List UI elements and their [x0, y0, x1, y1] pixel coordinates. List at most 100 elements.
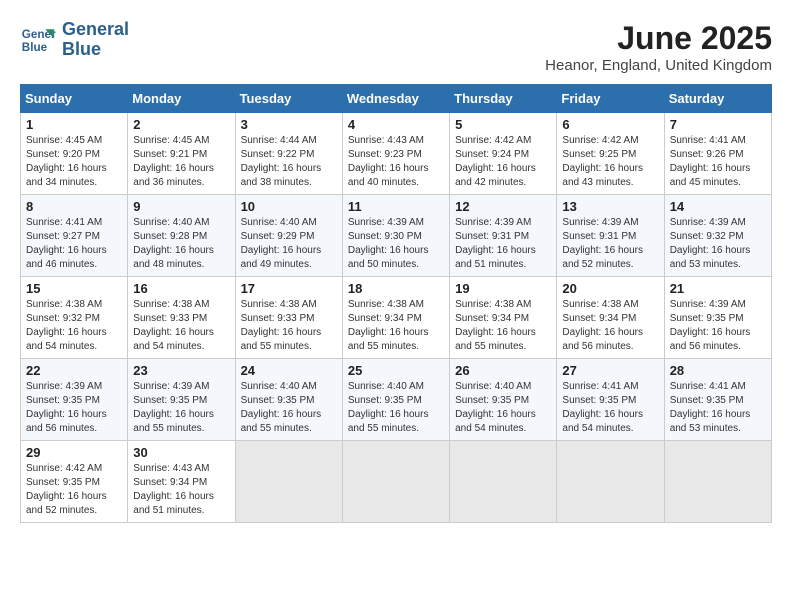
calendar-day-cell: 12 Sunrise: 4:39 AM Sunset: 9:31 PM Dayl…: [450, 195, 557, 277]
calendar-day-cell: [235, 441, 342, 523]
day-number: 5: [455, 117, 551, 132]
calendar-day-cell: 13 Sunrise: 4:39 AM Sunset: 9:31 PM Dayl…: [557, 195, 664, 277]
day-number: 21: [670, 281, 766, 296]
daylight-label: Daylight: 16 hours and 55 minutes.: [348, 409, 429, 434]
general-blue-logo-icon: General Blue: [20, 22, 56, 58]
day-info: Sunrise: 4:38 AM Sunset: 9:34 PM Dayligh…: [562, 298, 658, 354]
calendar-day-cell: 17 Sunrise: 4:38 AM Sunset: 9:33 PM Dayl…: [235, 277, 342, 359]
weekday-header-row: Sunday Monday Tuesday Wednesday Thursday…: [21, 85, 772, 113]
sunrise-label: Sunrise: 4:43 AM: [348, 135, 424, 146]
calendar-day-cell: 10 Sunrise: 4:40 AM Sunset: 9:29 PM Dayl…: [235, 195, 342, 277]
sunset-label: Sunset: 9:34 PM: [348, 313, 422, 324]
header-monday: Monday: [128, 85, 235, 113]
daylight-label: Daylight: 16 hours and 42 minutes.: [455, 163, 536, 188]
day-info: Sunrise: 4:39 AM Sunset: 9:35 PM Dayligh…: [670, 298, 766, 354]
sunset-label: Sunset: 9:33 PM: [133, 313, 207, 324]
calendar-day-cell: 30 Sunrise: 4:43 AM Sunset: 9:34 PM Dayl…: [128, 441, 235, 523]
day-number: 14: [670, 199, 766, 214]
sunrise-label: Sunrise: 4:39 AM: [26, 381, 102, 392]
sunset-label: Sunset: 9:34 PM: [562, 313, 636, 324]
sunrise-label: Sunrise: 4:45 AM: [133, 135, 209, 146]
sunset-label: Sunset: 9:31 PM: [562, 231, 636, 242]
sunset-label: Sunset: 9:23 PM: [348, 149, 422, 160]
calendar-day-cell: [450, 441, 557, 523]
day-info: Sunrise: 4:39 AM Sunset: 9:31 PM Dayligh…: [562, 216, 658, 272]
daylight-label: Daylight: 16 hours and 48 minutes.: [133, 245, 214, 270]
sunrise-label: Sunrise: 4:40 AM: [348, 381, 424, 392]
daylight-label: Daylight: 16 hours and 52 minutes.: [26, 491, 107, 516]
logo-text: General Blue: [62, 20, 129, 60]
day-number: 7: [670, 117, 766, 132]
day-info: Sunrise: 4:39 AM Sunset: 9:35 PM Dayligh…: [26, 380, 122, 436]
calendar-day-cell: 23 Sunrise: 4:39 AM Sunset: 9:35 PM Dayl…: [128, 359, 235, 441]
daylight-label: Daylight: 16 hours and 55 minutes.: [348, 327, 429, 352]
daylight-label: Daylight: 16 hours and 53 minutes.: [670, 409, 751, 434]
day-info: Sunrise: 4:40 AM Sunset: 9:28 PM Dayligh…: [133, 216, 229, 272]
daylight-label: Daylight: 16 hours and 51 minutes.: [133, 491, 214, 516]
day-number: 28: [670, 363, 766, 378]
sunrise-label: Sunrise: 4:41 AM: [670, 381, 746, 392]
calendar-day-cell: 29 Sunrise: 4:42 AM Sunset: 9:35 PM Dayl…: [21, 441, 128, 523]
daylight-label: Daylight: 16 hours and 53 minutes.: [670, 245, 751, 270]
calendar-day-cell: 8 Sunrise: 4:41 AM Sunset: 9:27 PM Dayli…: [21, 195, 128, 277]
calendar-week-row: 15 Sunrise: 4:38 AM Sunset: 9:32 PM Dayl…: [21, 277, 772, 359]
sunrise-label: Sunrise: 4:39 AM: [670, 217, 746, 228]
day-info: Sunrise: 4:38 AM Sunset: 9:33 PM Dayligh…: [241, 298, 337, 354]
sunset-label: Sunset: 9:34 PM: [455, 313, 529, 324]
day-number: 2: [133, 117, 229, 132]
day-info: Sunrise: 4:42 AM Sunset: 9:25 PM Dayligh…: [562, 134, 658, 190]
sunset-label: Sunset: 9:34 PM: [133, 477, 207, 488]
sunset-label: Sunset: 9:35 PM: [670, 395, 744, 406]
calendar-week-row: 29 Sunrise: 4:42 AM Sunset: 9:35 PM Dayl…: [21, 441, 772, 523]
day-info: Sunrise: 4:39 AM Sunset: 9:31 PM Dayligh…: [455, 216, 551, 272]
sunset-label: Sunset: 9:35 PM: [133, 395, 207, 406]
calendar-day-cell: [557, 441, 664, 523]
calendar-day-cell: 9 Sunrise: 4:40 AM Sunset: 9:28 PM Dayli…: [128, 195, 235, 277]
calendar-day-cell: 22 Sunrise: 4:39 AM Sunset: 9:35 PM Dayl…: [21, 359, 128, 441]
sunrise-label: Sunrise: 4:40 AM: [241, 381, 317, 392]
calendar-body: 1 Sunrise: 4:45 AM Sunset: 9:20 PM Dayli…: [21, 113, 772, 523]
sunrise-label: Sunrise: 4:40 AM: [133, 217, 209, 228]
calendar-day-cell: 1 Sunrise: 4:45 AM Sunset: 9:20 PM Dayli…: [21, 113, 128, 195]
day-info: Sunrise: 4:39 AM Sunset: 9:32 PM Dayligh…: [670, 216, 766, 272]
day-number: 23: [133, 363, 229, 378]
sunrise-label: Sunrise: 4:38 AM: [241, 299, 317, 310]
daylight-label: Daylight: 16 hours and 49 minutes.: [241, 245, 322, 270]
month-title: June 2025: [545, 20, 772, 57]
sunset-label: Sunset: 9:28 PM: [133, 231, 207, 242]
daylight-label: Daylight: 16 hours and 50 minutes.: [348, 245, 429, 270]
day-number: 19: [455, 281, 551, 296]
calendar-day-cell: 27 Sunrise: 4:41 AM Sunset: 9:35 PM Dayl…: [557, 359, 664, 441]
calendar-day-cell: 6 Sunrise: 4:42 AM Sunset: 9:25 PM Dayli…: [557, 113, 664, 195]
day-number: 25: [348, 363, 444, 378]
calendar-day-cell: 20 Sunrise: 4:38 AM Sunset: 9:34 PM Dayl…: [557, 277, 664, 359]
day-number: 3: [241, 117, 337, 132]
sunrise-label: Sunrise: 4:42 AM: [26, 463, 102, 474]
sunset-label: Sunset: 9:35 PM: [670, 313, 744, 324]
sunrise-label: Sunrise: 4:42 AM: [455, 135, 531, 146]
calendar-day-cell: 21 Sunrise: 4:39 AM Sunset: 9:35 PM Dayl…: [664, 277, 771, 359]
sunrise-label: Sunrise: 4:39 AM: [562, 217, 638, 228]
day-info: Sunrise: 4:42 AM Sunset: 9:35 PM Dayligh…: [26, 462, 122, 518]
header-sunday: Sunday: [21, 85, 128, 113]
calendar-day-cell: 24 Sunrise: 4:40 AM Sunset: 9:35 PM Dayl…: [235, 359, 342, 441]
daylight-label: Daylight: 16 hours and 56 minutes.: [26, 409, 107, 434]
day-number: 6: [562, 117, 658, 132]
day-number: 29: [26, 445, 122, 460]
sunset-label: Sunset: 9:32 PM: [26, 313, 100, 324]
day-number: 24: [241, 363, 337, 378]
calendar-week-row: 8 Sunrise: 4:41 AM Sunset: 9:27 PM Dayli…: [21, 195, 772, 277]
calendar-day-cell: 15 Sunrise: 4:38 AM Sunset: 9:32 PM Dayl…: [21, 277, 128, 359]
day-number: 13: [562, 199, 658, 214]
location-title: Heanor, England, United Kingdom: [545, 57, 772, 74]
sunset-label: Sunset: 9:22 PM: [241, 149, 315, 160]
day-info: Sunrise: 4:41 AM Sunset: 9:35 PM Dayligh…: [670, 380, 766, 436]
calendar-day-cell: [664, 441, 771, 523]
calendar-week-row: 1 Sunrise: 4:45 AM Sunset: 9:20 PM Dayli…: [21, 113, 772, 195]
sunset-label: Sunset: 9:35 PM: [562, 395, 636, 406]
sunset-label: Sunset: 9:26 PM: [670, 149, 744, 160]
day-info: Sunrise: 4:42 AM Sunset: 9:24 PM Dayligh…: [455, 134, 551, 190]
sunrise-label: Sunrise: 4:41 AM: [562, 381, 638, 392]
header-thursday: Thursday: [450, 85, 557, 113]
day-number: 12: [455, 199, 551, 214]
